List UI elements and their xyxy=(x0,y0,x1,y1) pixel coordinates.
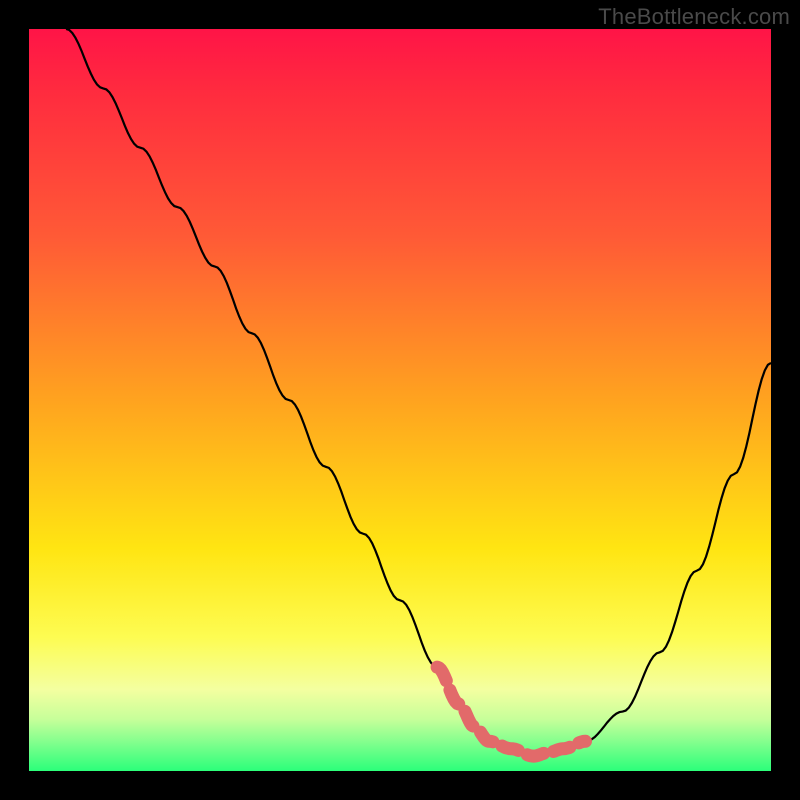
bottleneck-curve xyxy=(29,29,771,771)
curve-path xyxy=(66,29,771,756)
watermark-text: TheBottleneck.com xyxy=(598,4,790,30)
curve-highlight xyxy=(437,667,585,756)
chart-frame: TheBottleneck.com xyxy=(0,0,800,800)
plot-area xyxy=(29,29,771,771)
